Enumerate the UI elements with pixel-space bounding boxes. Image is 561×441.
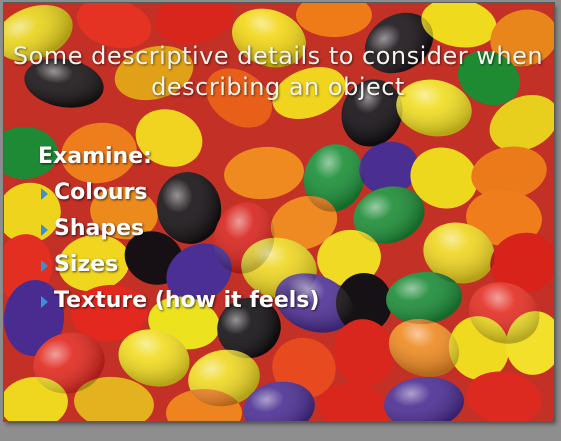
presentation-viewer: Some descriptive details to consider whe…: [0, 0, 561, 441]
bullet-text: Sizes: [54, 252, 119, 277]
triangle-bullet-icon: [41, 224, 48, 236]
list-item: Colours: [38, 175, 538, 211]
list-item: Shapes: [38, 211, 538, 247]
triangle-bullet-icon: [41, 188, 48, 200]
list-item: Sizes: [38, 247, 538, 283]
slide-title: Some descriptive details to consider whe…: [12, 42, 544, 101]
bullet-text: Texture (how it feels): [54, 288, 320, 313]
triangle-bullet-icon: [41, 260, 48, 272]
slide-body: Examine: Colours Shapes Sizes Texture (h…: [38, 139, 538, 319]
bullet-text: Colours: [54, 180, 148, 205]
triangle-bullet-icon: [41, 296, 48, 308]
list-item: Texture (how it feels): [38, 283, 538, 319]
slide[interactable]: Some descriptive details to consider whe…: [4, 3, 554, 421]
bullet-list: Colours Shapes Sizes Texture (how it fee…: [38, 175, 538, 319]
examine-heading: Examine:: [38, 144, 152, 169]
bullet-text: Shapes: [54, 216, 145, 241]
